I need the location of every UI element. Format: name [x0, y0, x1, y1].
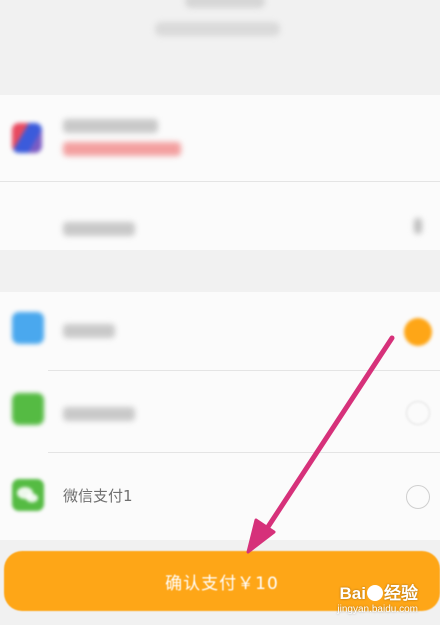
watermark-brand-end: 经验	[384, 584, 418, 603]
watermark-url: jingyan.baidu.com	[337, 604, 418, 615]
baidu-jingyan-watermark: Bai 经验 jingyan.baidu.com	[337, 579, 418, 615]
watermark-brand: Bai	[339, 584, 366, 603]
annotation-arrow-shaft	[259, 335, 395, 539]
annotation-arrow	[246, 335, 395, 554]
baidu-paw-icon	[367, 585, 383, 601]
